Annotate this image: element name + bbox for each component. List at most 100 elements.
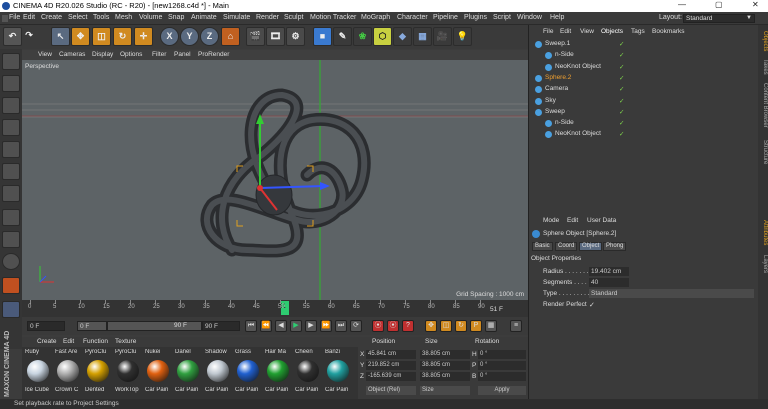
key-pla-button[interactable]: ▦ [485, 320, 497, 332]
tab-objects[interactable]: Objects [758, 28, 768, 54]
viewport-menu-filter[interactable]: Filter [152, 51, 166, 58]
visibility-check-icon[interactable]: ✓ [619, 119, 624, 127]
axis-mode-icon[interactable] [2, 209, 20, 226]
material-swatch[interactable]: Fast Are Crown C [55, 349, 82, 397]
object-row[interactable]: Sweep.1 ✓ [529, 39, 759, 50]
material-menu-function[interactable]: Function [83, 338, 108, 345]
floor-button[interactable]: ▦ [413, 27, 432, 46]
layout-select[interactable]: Standard ▼ [683, 14, 755, 23]
preview-range-slider[interactable] [107, 321, 202, 331]
undo-button[interactable]: ↶ [3, 27, 22, 46]
menu-character[interactable]: Character [397, 14, 428, 21]
play-button[interactable]: ▶ [290, 320, 302, 332]
viewport-menu-panel[interactable]: Panel [174, 51, 191, 58]
render-perfect-checkbox[interactable]: ✓ [589, 301, 595, 309]
tab-layers[interactable]: Layers [758, 253, 768, 275]
points-mode-icon[interactable] [2, 141, 20, 158]
minimize-button[interactable]: — [678, 0, 686, 9]
attributes-menu-mode[interactable]: Mode [543, 217, 559, 224]
polygons-mode-icon[interactable] [2, 185, 20, 202]
recent-tool-button[interactable]: ✛ [134, 27, 153, 46]
visibility-check-icon[interactable]: ✓ [619, 97, 624, 105]
coords-y-size[interactable]: 38.805 cm [420, 361, 470, 370]
key-position-button[interactable]: ✥ [425, 320, 437, 332]
loop-button[interactable]: ⟳ [350, 320, 362, 332]
menu-script[interactable]: Script [493, 14, 511, 21]
deformer-button[interactable]: ◆ [393, 27, 412, 46]
object-row[interactable]: n-Side ✓ [529, 50, 759, 61]
material-swatch[interactable]: Grass Car Pain [235, 349, 262, 397]
viewport-menu-prorender[interactable]: ProRender [198, 51, 229, 58]
menu-volume[interactable]: Volume [139, 14, 162, 21]
object-row[interactable]: Sky ✓ [529, 96, 759, 107]
menu-select[interactable]: Select [68, 14, 87, 21]
key-param-button[interactable]: P [470, 320, 482, 332]
prev-frame-button[interactable]: ◀ [275, 320, 287, 332]
cloner-button[interactable]: ⬡ [373, 27, 392, 46]
material-menu-create[interactable]: Create [37, 338, 57, 345]
tweak-mode-icon[interactable] [2, 231, 20, 248]
timeline-ruler[interactable]: 51 51 F 0 5 10 15 20 25 30 35 40 45 50 55 60 65 70 75 80… [22, 300, 528, 317]
coords-x-position[interactable]: 45.841 cm [366, 350, 416, 359]
coordinate-system-button[interactable]: ⌂ [221, 27, 240, 46]
model-mode-icon[interactable] [2, 75, 20, 92]
pen-tool-button[interactable]: ✎ [333, 27, 352, 46]
material-menu-texture[interactable]: Texture [115, 338, 136, 345]
viewport-menu-display[interactable]: Display [92, 51, 113, 58]
prev-key-button[interactable]: ⏪ [260, 320, 272, 332]
material-swatch[interactable]: Banzi Car Pain [325, 349, 352, 397]
keyframe-selection-button[interactable]: ? [402, 320, 414, 332]
menu-edit[interactable]: Edit [23, 14, 35, 21]
menu-plugins[interactable]: Plugins [464, 14, 487, 21]
coords-mode-select[interactable]: Object (Rel) [366, 386, 416, 395]
magnet-icon[interactable] [2, 277, 20, 294]
objects-menu-view[interactable]: View [580, 28, 594, 35]
coords-y-position[interactable]: 219.852 cm [366, 361, 416, 370]
y-axis-button[interactable]: Y [180, 27, 199, 46]
menu-animate[interactable]: Animate [191, 14, 217, 21]
record-active-button[interactable]: ⦿ [372, 320, 384, 332]
preview-start-field[interactable]: 0 F [77, 321, 107, 331]
object-row[interactable]: Camera ✓ [529, 84, 759, 95]
object-row[interactable]: NeoKnot Object ✓ [529, 62, 759, 73]
attributes-menu-edit[interactable]: Edit [567, 217, 578, 224]
object-row[interactable]: Sphere.2 ✓ [529, 73, 759, 84]
next-frame-button[interactable]: ▶ [305, 320, 317, 332]
render-view-button[interactable]: 🎬 [246, 27, 265, 46]
attributes-menu-user-data[interactable]: User Data [587, 217, 616, 224]
x-axis-button[interactable]: X [160, 27, 179, 46]
scale-tool-button[interactable]: ◫ [92, 27, 111, 46]
autokey-button[interactable]: ⦿ [387, 320, 399, 332]
coords-z-size[interactable]: 38.805 cm [420, 372, 470, 381]
tab-structure[interactable]: Structure [758, 135, 768, 169]
coords-size-mode-select[interactable]: Size [420, 386, 470, 395]
menu-mesh[interactable]: Mesh [115, 14, 132, 21]
objects-menu-tags[interactable]: Tags [631, 28, 645, 35]
viewport-menu-options[interactable]: Options [120, 51, 142, 58]
key-rotation-button[interactable]: ◫ [440, 320, 452, 332]
workplane-icon[interactable] [2, 119, 20, 136]
subdivision-button[interactable]: ❀ [353, 27, 372, 46]
material-swatch[interactable]: Cheen Car Pain [295, 349, 322, 397]
end-frame-field[interactable]: 90 F [202, 321, 240, 331]
objects-menu-bookmarks[interactable]: Bookmarks [652, 28, 685, 35]
material-swatch[interactable]: PyroClu WorkTop [115, 349, 142, 397]
viewport-menu-view[interactable]: View [38, 51, 52, 58]
visibility-check-icon[interactable]: ✓ [619, 40, 624, 48]
visibility-check-icon[interactable]: ✓ [619, 108, 624, 116]
menu-simulate[interactable]: Simulate [223, 14, 250, 21]
make-editable-icon[interactable] [2, 53, 20, 70]
material-swatch[interactable]: Hair Ma Car Pain [265, 349, 292, 397]
tab-coord[interactable]: Coord [555, 242, 578, 251]
snap-icon[interactable] [2, 253, 20, 270]
redo-button[interactable]: ↷ [23, 27, 35, 46]
menu-pipeline[interactable]: Pipeline [433, 14, 458, 21]
goto-end-button[interactable]: ⏭ [335, 320, 347, 332]
material-menu-edit[interactable]: Edit [63, 338, 74, 345]
texture-mode-icon[interactable] [2, 97, 20, 114]
menu-sculpt[interactable]: Sculpt [284, 14, 303, 21]
edges-mode-icon[interactable] [2, 163, 20, 180]
render-settings-button[interactable]: ⚙ [286, 27, 305, 46]
visibility-check-icon[interactable]: ✓ [619, 63, 624, 71]
maximize-button[interactable]: ▢ [715, 0, 723, 9]
